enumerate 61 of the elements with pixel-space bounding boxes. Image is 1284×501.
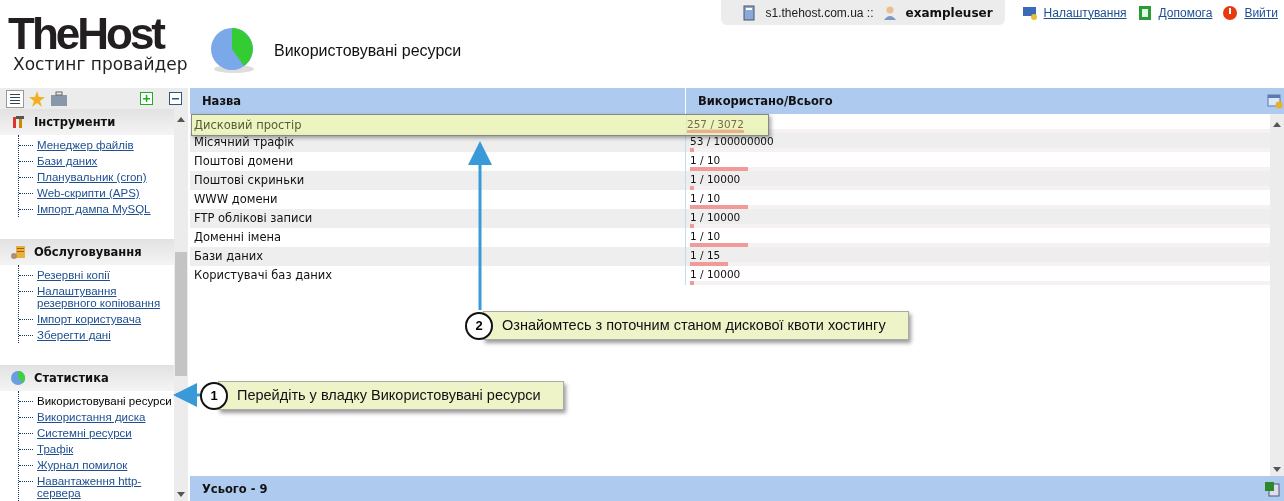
expand-icon[interactable] xyxy=(140,92,153,105)
table-cell-text: 53 / 100000000 xyxy=(690,134,775,148)
sidebar-link[interactable]: Використання диска xyxy=(37,409,146,425)
arrow xyxy=(173,383,203,407)
logo-title: TheHost xyxy=(8,14,164,54)
user-icon xyxy=(881,4,898,21)
sidebar-link[interactable]: Web-скрипти (APS) xyxy=(37,185,140,201)
callout-note: Ознайомтесь з поточним станом дискової квоти хостингу xyxy=(483,311,909,340)
table-cell: 257 / 3072 xyxy=(687,117,744,133)
step-number: 2 xyxy=(465,311,493,340)
column-header[interactable]: Використано/Всього xyxy=(686,94,1267,108)
scrollbar[interactable] xyxy=(174,109,188,501)
table-cell-text: Дисковий простір xyxy=(193,118,303,132)
section-header[interactable]: Інструменти xyxy=(0,109,174,135)
sidebar-link[interactable]: Журнал помилок xyxy=(37,457,128,473)
section-header[interactable]: Обслуговування xyxy=(0,239,174,265)
sidebar-link[interactable]: Імпорт дампа MySQL xyxy=(37,201,151,217)
server-name: s1.thehost.com.ua :: xyxy=(765,5,874,20)
pie-chart-icon xyxy=(10,370,26,386)
help-book-icon xyxy=(1136,4,1153,21)
logout-link[interactable]: Вийти xyxy=(1222,4,1278,21)
power-icon xyxy=(1222,4,1239,21)
total-count: Усього - 9 xyxy=(202,481,268,496)
collapse-icon[interactable] xyxy=(169,92,182,105)
settings-link[interactable]: Налаштування xyxy=(1021,4,1127,21)
section-header[interactable]: Статистика xyxy=(0,365,174,391)
sidebar-link[interactable]: Налаштування резервного копіювання xyxy=(37,283,174,311)
list-view-icon[interactable] xyxy=(6,89,24,108)
table-cell-text: 1 / 10 xyxy=(690,191,722,205)
table-cell-text: 1 / 10000 xyxy=(690,210,742,224)
sidebar-link[interactable]: Планувальник (cron) xyxy=(37,169,147,185)
sidebar-link[interactable]: Імпорт користувача xyxy=(37,311,142,327)
logo-subtitle: Хостинг провайдер xyxy=(13,54,189,74)
sidebar-link[interactable]: Менеджер файлів xyxy=(37,137,134,153)
step-number: 1 xyxy=(200,381,228,410)
sidebar-link[interactable]: Зберегти дані xyxy=(37,327,111,343)
table-cell-text: 1 / 10 xyxy=(690,229,722,243)
table-cell: Користувачі баз даних xyxy=(190,266,686,285)
callout-note: Перейдіть у владку Використовувані ресурси xyxy=(218,381,564,410)
table-cell-text: 1 / 10000 xyxy=(690,267,742,281)
monitor-icon xyxy=(1021,4,1038,21)
excel-export-icon[interactable] xyxy=(1264,480,1280,497)
sidebar-link[interactable]: Системні ресурси xyxy=(37,425,132,441)
table-settings-icon[interactable] xyxy=(1267,93,1283,109)
sidebar-link[interactable]: Навантаження http-сервера xyxy=(37,473,174,501)
sidebar-link[interactable]: Трафік xyxy=(37,441,74,457)
table-cell-text: 1 / 15 xyxy=(690,248,722,262)
table-cell-text: 1 / 10000 xyxy=(690,172,742,186)
page-title: Використовувані ресурси xyxy=(274,42,462,60)
scrollbar[interactable] xyxy=(1270,114,1284,476)
briefcase-icon[interactable] xyxy=(50,89,68,108)
table-cell-text: 1 / 10 xyxy=(690,153,722,167)
username: exampleuser xyxy=(905,5,993,20)
sidebar-link[interactable]: Резервні копії xyxy=(37,267,110,283)
storage-icon xyxy=(10,244,26,260)
sidebar-link[interactable]: Використовувані ресурси xyxy=(37,393,172,409)
calculator-icon xyxy=(741,4,758,21)
tools-icon xyxy=(10,114,26,130)
star-icon[interactable] xyxy=(28,89,46,108)
sidebar-link[interactable]: Бази даних xyxy=(37,153,98,169)
help-link[interactable]: Допомога xyxy=(1136,4,1213,21)
